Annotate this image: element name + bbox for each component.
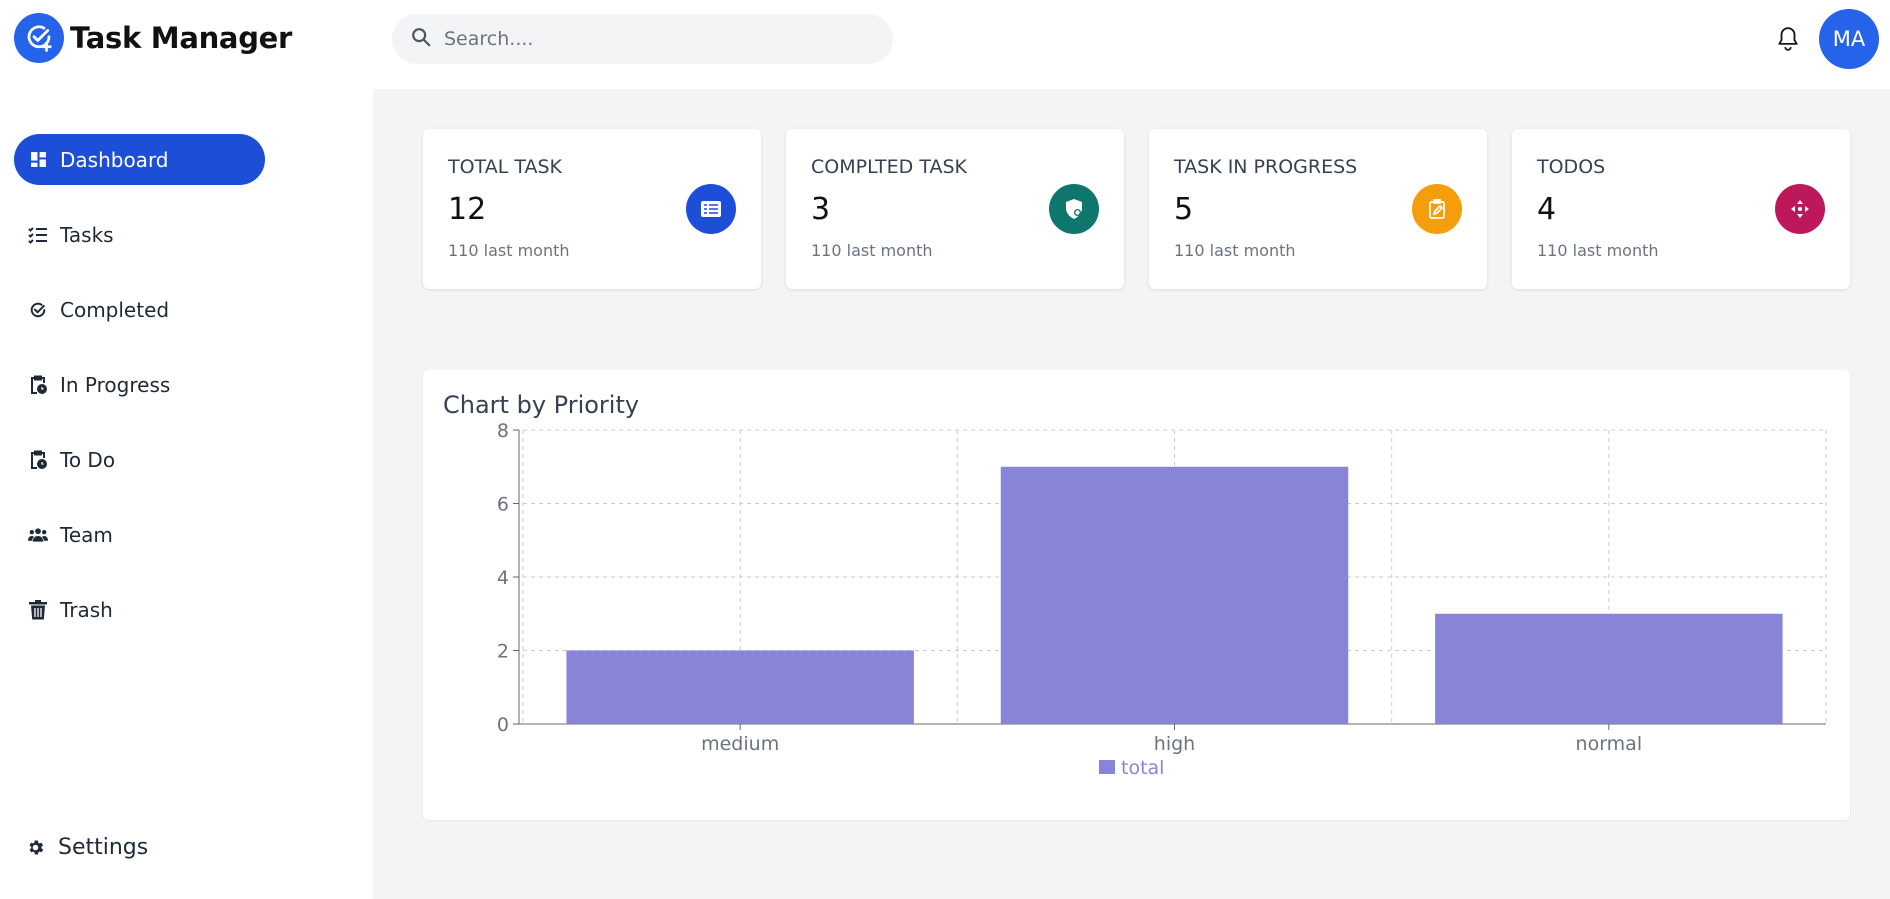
y-tick-label: 2 bbox=[497, 641, 509, 663]
clipboard-edit-icon bbox=[1412, 184, 1462, 234]
stat-value: 12 bbox=[448, 192, 487, 227]
priority-chart-card: Chart by Priority 0 2 4 6 8 medium high normal t… bbox=[423, 370, 1850, 820]
sidebar-item-label: Trash bbox=[60, 597, 113, 622]
settings-link[interactable]: Settings bbox=[26, 835, 148, 860]
sidebar-item-completed[interactable]: Completed bbox=[14, 284, 265, 335]
legend-swatch bbox=[1099, 760, 1115, 774]
sidebar-item-label: In Progress bbox=[60, 372, 171, 397]
y-tick-label: 8 bbox=[497, 420, 509, 442]
sidebar-item-trash[interactable]: Trash bbox=[14, 584, 265, 635]
x-tick-label: high bbox=[1154, 733, 1195, 755]
search-bar[interactable] bbox=[392, 14, 893, 64]
stat-value: 3 bbox=[811, 192, 831, 227]
sidebar-item-label: Dashboard bbox=[60, 147, 169, 172]
stat-card-total: TOTAL TASK 12 110 last month bbox=[423, 129, 761, 289]
stat-subtext: 110 last month bbox=[1174, 241, 1296, 260]
x-tick-label: medium bbox=[701, 733, 779, 755]
stat-value: 4 bbox=[1537, 192, 1557, 227]
sidebar-item-label: Completed bbox=[60, 297, 170, 322]
search-icon bbox=[410, 26, 432, 52]
stat-card-completed: COMPLTED TASK 3 110 last month bbox=[786, 129, 1124, 289]
search-input[interactable] bbox=[444, 28, 864, 50]
bar-medium bbox=[566, 650, 914, 724]
sidebar-item-todo[interactable]: To Do bbox=[14, 434, 265, 485]
clipboard-clock-icon bbox=[28, 450, 48, 470]
stat-subtext: 110 last month bbox=[811, 241, 933, 260]
sidebar: Dashboard Tasks Completed In Progress To… bbox=[0, 89, 373, 899]
sidebar-item-team[interactable]: Team bbox=[14, 509, 265, 560]
stat-card-todos: TODOS 4 110 last month bbox=[1512, 129, 1850, 289]
sidebar-item-in-progress[interactable]: In Progress bbox=[14, 359, 265, 410]
stat-title: TASK IN PROGRESS bbox=[1174, 156, 1358, 178]
trash-icon bbox=[28, 599, 48, 620]
stat-value: 5 bbox=[1174, 192, 1194, 227]
clipboard-clock-icon bbox=[28, 375, 48, 395]
stat-card-in-progress: TASK IN PROGRESS 5 110 last month bbox=[1149, 129, 1487, 289]
x-tick-label: normal bbox=[1576, 733, 1643, 755]
legend-label: total bbox=[1121, 757, 1164, 779]
y-tick-label: 4 bbox=[497, 567, 509, 589]
app-logo[interactable]: Task Manager bbox=[14, 13, 292, 63]
y-tick-label: 0 bbox=[497, 714, 509, 736]
gear-icon bbox=[26, 838, 46, 858]
stat-subtext: 110 last month bbox=[1537, 241, 1659, 260]
sidebar-item-dashboard[interactable]: Dashboard bbox=[14, 134, 265, 185]
shield-icon bbox=[1049, 184, 1099, 234]
settings-label: Settings bbox=[58, 835, 149, 860]
y-tick-label: 6 bbox=[497, 494, 509, 516]
dashboard-icon bbox=[28, 150, 48, 170]
stat-title: COMPLTED TASK bbox=[811, 156, 967, 178]
list-card-icon bbox=[686, 184, 736, 234]
users-icon bbox=[28, 525, 48, 545]
task-check-icon bbox=[14, 13, 64, 63]
stat-title: TOTAL TASK bbox=[448, 156, 562, 178]
sidebar-item-label: Team bbox=[60, 522, 113, 547]
stat-title: TODOS bbox=[1537, 156, 1606, 178]
list-icon bbox=[28, 225, 48, 245]
main-content: TOTAL TASK 12 110 last month COMPLTED TA… bbox=[373, 89, 1890, 899]
user-avatar[interactable]: MA bbox=[1819, 9, 1879, 69]
app-title: Task Manager bbox=[70, 21, 293, 55]
bar-high bbox=[1000, 466, 1349, 724]
sidebar-item-tasks[interactable]: Tasks bbox=[14, 209, 265, 260]
check-circle-icon bbox=[28, 300, 48, 320]
bar-normal bbox=[1435, 613, 1783, 724]
priority-bar-chart: 0 2 4 6 8 medium high normal total bbox=[497, 420, 1827, 779]
sidebar-item-label: Tasks bbox=[60, 222, 114, 247]
arrows-icon bbox=[1775, 184, 1825, 234]
stat-subtext: 110 last month bbox=[448, 241, 570, 260]
sidebar-item-label: To Do bbox=[60, 447, 116, 472]
notification-bell-icon[interactable] bbox=[1775, 24, 1803, 54]
top-bar: Task Manager MA bbox=[0, 0, 1890, 89]
